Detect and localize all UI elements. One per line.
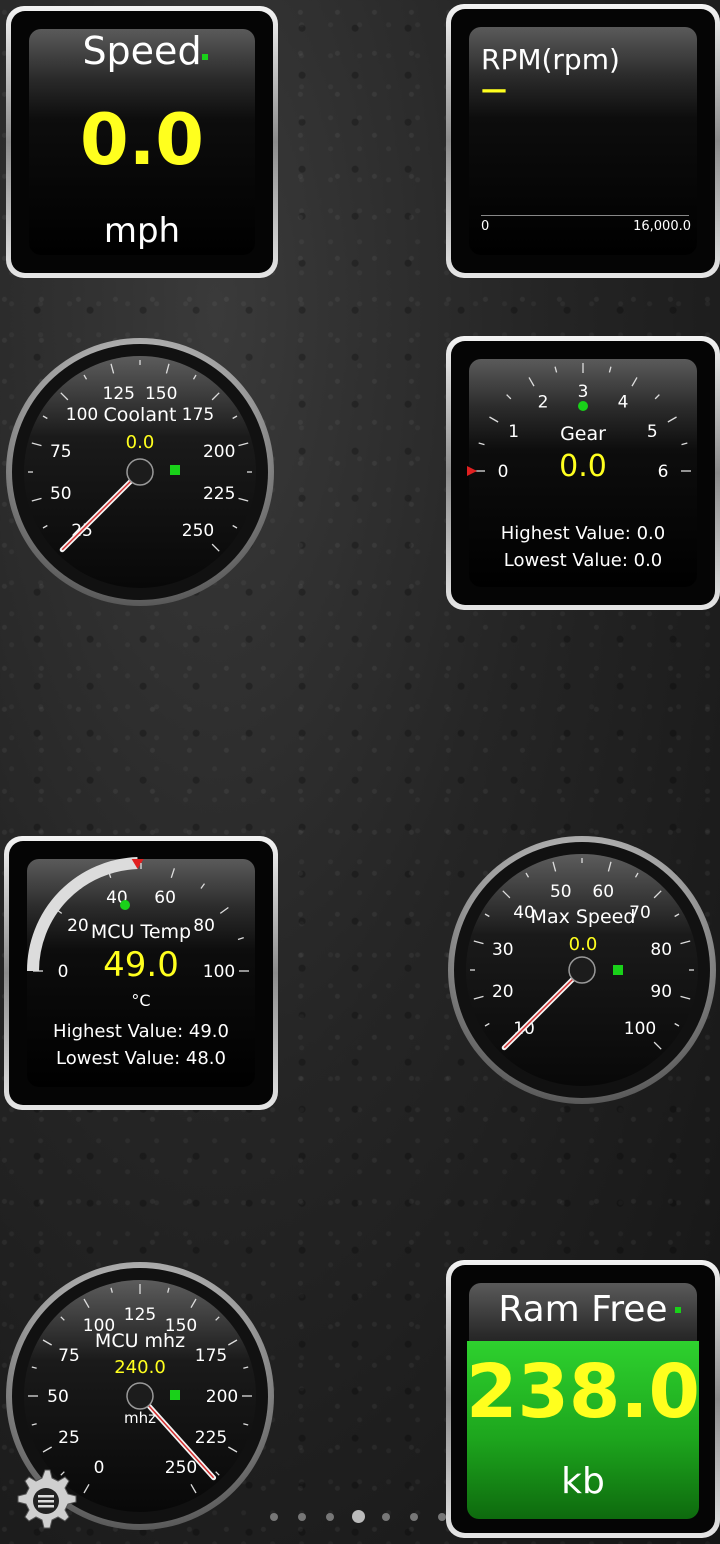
- mcu-temp-tick-label: 60: [154, 888, 176, 908]
- mcu-mhz-tick-label: 0: [94, 1458, 105, 1478]
- rpm-value: —: [481, 75, 507, 105]
- gear-tick: [608, 366, 612, 373]
- gear-tick: [654, 394, 660, 400]
- rpm-gauge[interactable]: RPM(rpm) — 0 16,000.0: [446, 4, 720, 278]
- gear-title: Gear: [560, 423, 606, 445]
- mcu-temp-tick: [219, 906, 229, 914]
- page-dot[interactable]: [382, 1513, 390, 1521]
- rpm-scale-min: 0: [481, 219, 490, 234]
- mcu-mhz-hub: [126, 1382, 154, 1410]
- gear-tick-label: 3: [578, 382, 589, 402]
- coolant-tick-label: 225: [203, 484, 235, 504]
- coolant-tick-label: 150: [145, 384, 177, 404]
- ram-free-value: 238.0: [465, 1349, 701, 1435]
- max-speed-value: 0.0: [568, 934, 598, 955]
- max-speed-tick-label: 100: [624, 1019, 656, 1039]
- mcu-mhz-tick-label: 250: [165, 1458, 197, 1478]
- gear-lowest: Lowest Value: 0.0: [503, 550, 663, 571]
- gear-value: 0.0: [559, 449, 607, 484]
- mcu-temp-tick: [200, 883, 206, 889]
- mcu-mhz-tick-label: 200: [206, 1387, 238, 1407]
- speed-title: Speed: [82, 29, 202, 73]
- mcu-mhz-tick-label: 125: [124, 1305, 156, 1325]
- mcu-mhz-tick-label: 50: [47, 1387, 69, 1407]
- coolant-title: Coolant: [103, 404, 177, 426]
- mcu-temp-unit: °C: [131, 991, 151, 1010]
- speed-unit: mph: [103, 211, 181, 251]
- max-speed-tick-label: 60: [592, 882, 614, 902]
- gear-tick-label: 4: [618, 393, 629, 413]
- max-speed-hub: [568, 956, 596, 984]
- mcu-temp-tick: [170, 868, 175, 878]
- mcu-mhz-tick-label: 225: [195, 1428, 227, 1448]
- speed-gauge[interactable]: Speed 0.0 mph: [6, 6, 278, 278]
- gear-tick: [528, 377, 535, 387]
- gear-tick-label: 2: [538, 393, 549, 413]
- coolant-tick-label: 50: [50, 484, 72, 504]
- status-indicator: [170, 465, 180, 475]
- mcu-temp-lowest: Lowest Value: 48.0: [56, 1048, 226, 1069]
- rpm-title: RPM(rpm): [481, 43, 620, 76]
- max-speed-title: Max Speed: [530, 906, 636, 928]
- gear-tick: [631, 377, 638, 387]
- max-speed-dial: 102030405060708090100: [448, 836, 716, 1104]
- coolant-tick-label: 125: [103, 384, 135, 404]
- status-indicator: [613, 965, 623, 975]
- mcu-mhz-value: 240.0: [114, 1357, 166, 1378]
- gear-tick: [506, 394, 512, 400]
- status-indicator: [202, 54, 208, 60]
- mcu-temp-highest: Highest Value: 49.0: [53, 1021, 229, 1042]
- max-speed-tick-label: 20: [492, 982, 514, 1002]
- mcu-temp-gauge[interactable]: 0 20 40 60 80 100 MCU Temp 49.0 °C Highest Va…: [4, 836, 278, 1110]
- page-indicator: [0, 1508, 720, 1524]
- gear-gauge[interactable]: 0123456 Gear 0.0 Highest Value: 0.0 Lowe…: [446, 336, 720, 610]
- page-dot[interactable]: [326, 1513, 334, 1521]
- status-indicator: [170, 1390, 180, 1400]
- page-dot[interactable]: [298, 1513, 306, 1521]
- gear-tick: [554, 366, 558, 373]
- rpm-scale-line: [481, 215, 689, 216]
- page-dot-active[interactable]: [352, 1510, 365, 1523]
- mcu-mhz-tick-label: 25: [58, 1428, 80, 1448]
- mcu-mhz-title: MCU mhz: [94, 1330, 186, 1352]
- page-dot[interactable]: [270, 1513, 278, 1521]
- max-speed-gauge[interactable]: 102030405060708090100 Max Speed 0.0: [446, 834, 720, 1110]
- mcu-temp-value: 49.0: [103, 945, 179, 985]
- gear-tick: [667, 416, 677, 423]
- max-speed-tick-label: 50: [550, 882, 572, 902]
- gear-indicator: [578, 401, 588, 411]
- status-indicator: [675, 1307, 681, 1313]
- ram-free-unit: kb: [561, 1461, 605, 1502]
- speed-value: 0.0: [79, 99, 204, 181]
- gear-highest: Highest Value: 0.0: [500, 523, 666, 544]
- mcu-mhz-unit: mhz: [124, 1409, 156, 1427]
- max-speed-tick-label: 90: [650, 982, 672, 1002]
- page-dot[interactable]: [410, 1513, 418, 1521]
- coolant-dial: 255075100125150175200225250: [6, 338, 274, 606]
- mcu-temp-title: MCU Temp: [90, 921, 192, 943]
- ram-free-gauge[interactable]: Ram Free 238.0 kb: [446, 1260, 720, 1538]
- page-dot[interactable]: [438, 1513, 446, 1521]
- coolant-gauge[interactable]: 255075100125150175200225250 Coolant 0.0: [4, 336, 280, 612]
- rpm-scale-max: 16,000.0: [633, 219, 691, 234]
- mcu-temp-indicator: [120, 900, 130, 910]
- coolant-tick-label: 250: [182, 521, 214, 541]
- gear-tick: [489, 416, 499, 423]
- coolant-value: 0.0: [125, 432, 155, 453]
- coolant-hub: [126, 458, 154, 486]
